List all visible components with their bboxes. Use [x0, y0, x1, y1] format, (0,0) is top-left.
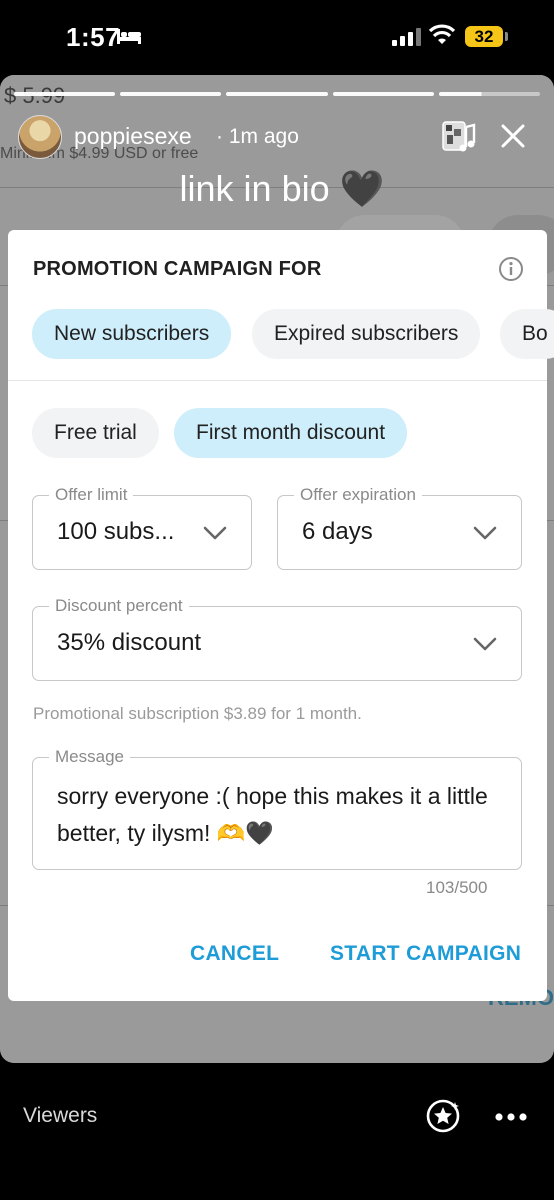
viewers-link[interactable]: Viewers	[23, 1104, 97, 1128]
progress-segment	[332, 92, 434, 96]
offer-limit-label: Offer limit	[49, 485, 134, 505]
offer-limit-value: 100 subs...	[57, 518, 175, 545]
music-sticker-icon[interactable]	[442, 121, 476, 158]
wifi-icon	[428, 24, 456, 51]
background-price: $ 5.99	[4, 83, 65, 108]
message-textarea[interactable]: Message sorry everyone :( hope this make…	[32, 747, 522, 870]
cellular-signal-icon	[392, 28, 422, 51]
offer-expiration-select[interactable]: Offer expiration 6 days	[277, 485, 522, 570]
discount-percent-value: 35% discount	[57, 629, 202, 656]
dialog-divider	[8, 380, 547, 381]
offer-expiration-value: 6 days	[302, 518, 373, 545]
discount-percent-select[interactable]: Discount percent 35% discount	[32, 596, 522, 681]
clock: 1:57	[66, 22, 121, 52]
discount-percent-label: Discount percent	[49, 596, 189, 616]
chip-new-subscribers[interactable]: New subscribers	[32, 309, 232, 359]
battery-tip	[505, 32, 508, 41]
sleep-focus-icon	[116, 27, 142, 50]
progress-segment	[226, 92, 328, 96]
message-text: sorry everyone :( hope this makes it a l…	[57, 783, 488, 846]
highlight-star-icon[interactable]	[425, 1098, 461, 1139]
story-viewer[interactable]: $ 5.99 Minimum $4.99 USD or free REMO po…	[0, 75, 554, 1063]
offer-expiration-label: Offer expiration	[294, 485, 422, 505]
offer-limit-select[interactable]: Offer limit 100 subs...	[32, 485, 252, 570]
avatar[interactable]	[18, 115, 62, 159]
progress-segment	[120, 92, 222, 96]
promotion-campaign-dialog: PROMOTION CAMPAIGN FOR New subscribers E…	[8, 230, 554, 1001]
message-label: Message	[49, 747, 130, 767]
start-campaign-button[interactable]: START CAMPAIGN	[330, 942, 521, 966]
more-options-icon[interactable]	[494, 1109, 528, 1127]
status-bar: 1:57 32	[0, 0, 554, 75]
cancel-button[interactable]: CANCEL	[190, 942, 279, 966]
chevron-down-icon	[473, 636, 497, 657]
character-counter: 103/500	[426, 878, 488, 897]
dialog-title: PROMOTION CAMPAIGN FOR	[33, 258, 322, 280]
battery-indicator: 32	[465, 26, 503, 47]
chip-free-trial[interactable]: Free trial	[32, 408, 159, 458]
chevron-down-icon	[203, 525, 227, 546]
progress-segment-current	[438, 92, 541, 96]
progress-segment	[14, 92, 116, 96]
story-timestamp: · 1m ago	[216, 125, 299, 148]
chip-first-month-discount[interactable]: First month discount	[174, 408, 408, 458]
chevron-down-icon	[473, 525, 497, 546]
info-icon[interactable]	[498, 256, 524, 287]
story-caption: link in bio 🖤	[179, 168, 385, 209]
story-progress-bar	[14, 92, 541, 96]
chip-expired-subscribers[interactable]: Expired subscribers	[252, 309, 481, 359]
promotional-price-helper: Promotional subscription $3.89 for 1 mon…	[33, 704, 362, 723]
close-icon[interactable]	[500, 123, 526, 154]
chip-truncated-audience[interactable]: Bo	[500, 309, 554, 359]
story-username[interactable]: poppiesexe	[74, 123, 192, 150]
